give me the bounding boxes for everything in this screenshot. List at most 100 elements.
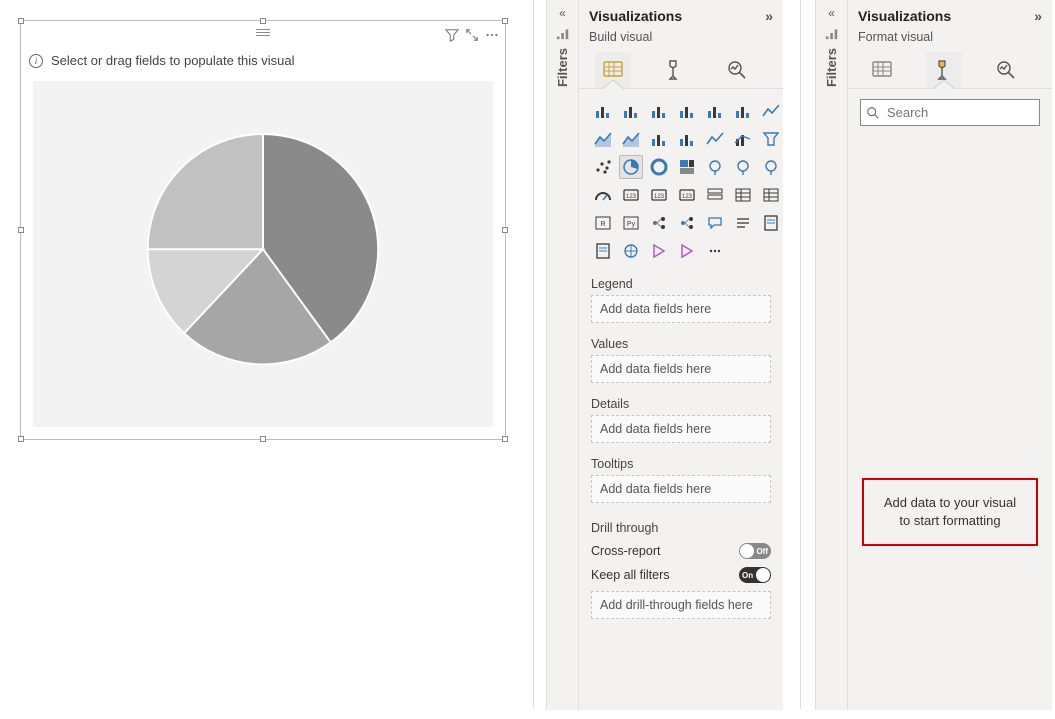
format-empty-line1: Add data to your visual <box>872 494 1028 512</box>
format-visual-tab[interactable] <box>657 52 693 88</box>
legend-well-section: Legend Add data fields here <box>591 277 771 323</box>
expand-left-icon[interactable]: « <box>828 6 835 20</box>
filters-icon <box>556 26 570 40</box>
tooltips-well[interactable]: Add data fields here <box>591 475 771 503</box>
info-icon: i <box>29 54 43 68</box>
keep-filters-toggle[interactable]: On <box>739 567 771 583</box>
filter-icon[interactable] <box>445 28 459 42</box>
values-well[interactable]: Add data fields here <box>591 355 771 383</box>
visual-container[interactable]: i Select or drag fields to populate this… <box>20 20 506 440</box>
format-search-input[interactable] <box>860 99 1040 126</box>
pane-subtitle: Format visual <box>848 30 1052 48</box>
collapse-icon[interactable]: » <box>765 8 773 24</box>
divider <box>800 0 801 709</box>
viz-type-filled-map[interactable] <box>731 155 755 179</box>
details-label: Details <box>591 397 771 411</box>
resize-handle-bl[interactable] <box>18 436 24 442</box>
svg-text:123: 123 <box>654 194 665 200</box>
viz-type-100-stacked-bar[interactable] <box>703 99 727 123</box>
viz-type-map[interactable] <box>703 155 727 179</box>
viz-type-scatter[interactable] <box>591 155 615 179</box>
viz-type-clustered-bar[interactable] <box>647 99 671 123</box>
values-well-section: Values Add data fields here <box>591 337 771 383</box>
viz-type-line-clustered-column[interactable] <box>675 127 699 151</box>
viz-type-more-visuals[interactable] <box>703 239 727 263</box>
viz-type-line[interactable] <box>759 99 783 123</box>
viz-type-arcgis[interactable] <box>619 239 643 263</box>
drill-through-header: Drill through <box>591 521 771 535</box>
viz-type-funnel[interactable] <box>759 127 783 151</box>
focus-mode-icon[interactable] <box>465 28 479 42</box>
collapse-icon[interactable]: » <box>1034 8 1042 24</box>
filters-label[interactable]: Filters <box>555 48 570 87</box>
details-well[interactable]: Add data fields here <box>591 415 771 443</box>
expand-left-icon[interactable]: « <box>559 6 566 20</box>
viz-type-pie[interactable] <box>619 155 643 179</box>
build-visual-tab[interactable] <box>595 52 631 88</box>
viz-type-treemap[interactable] <box>675 155 699 179</box>
legend-well[interactable]: Add data fields here <box>591 295 771 323</box>
viz-type-kpi[interactable]: 123 <box>675 183 699 207</box>
svg-text:R: R <box>600 221 605 228</box>
viz-type-paginated-report[interactable] <box>591 239 615 263</box>
viz-type-ribbon[interactable] <box>703 127 727 151</box>
viz-type-line-stacked-column[interactable] <box>647 127 671 151</box>
viz-type-key-influencers[interactable] <box>647 211 671 235</box>
format-empty-line2: to start formatting <box>872 512 1028 530</box>
viz-type-matrix[interactable] <box>759 183 783 207</box>
viz-type-decomposition-tree[interactable] <box>675 211 699 235</box>
legend-label: Legend <box>591 277 771 291</box>
resize-handle-ml[interactable] <box>18 227 24 233</box>
viz-type-stacked-column[interactable] <box>619 99 643 123</box>
viz-type-stacked-bar[interactable] <box>591 99 615 123</box>
filters-pane-collapsed[interactable]: « Filters <box>546 0 578 710</box>
search-wrap <box>860 99 1040 126</box>
filters-label[interactable]: Filters <box>824 48 839 87</box>
analytics-tab[interactable] <box>988 52 1024 88</box>
pane-subtitle: Build visual <box>579 30 783 48</box>
viz-type-azure-map[interactable] <box>759 155 783 179</box>
visual-header <box>21 21 505 49</box>
svg-text:Py: Py <box>627 221 636 228</box>
drag-handle-icon[interactable] <box>256 29 270 37</box>
resize-handle-bc[interactable] <box>260 436 266 442</box>
divider <box>533 0 534 709</box>
pane-tab-row <box>848 48 1052 89</box>
visual-placeholder-row: i Select or drag fields to populate this… <box>29 53 497 68</box>
format-visual-tab[interactable] <box>926 52 962 88</box>
viz-type-clustered-column[interactable] <box>675 99 699 123</box>
visualization-type-grid: 123 123 123 R Py <box>591 99 771 263</box>
more-options-icon[interactable] <box>485 28 499 42</box>
viz-type-gauge[interactable] <box>591 183 615 207</box>
viz-type-multi-row-card[interactable]: 123 <box>647 183 671 207</box>
report-canvas[interactable]: i Select or drag fields to populate this… <box>14 14 512 446</box>
drill-through-well[interactable]: Add drill-through fields here <box>591 591 771 619</box>
viz-type-card[interactable]: 123 <box>619 183 643 207</box>
tooltips-well-section: Tooltips Add data fields here <box>591 457 771 503</box>
viz-type-slicer[interactable] <box>703 183 727 207</box>
viz-type-qa[interactable] <box>703 211 727 235</box>
viz-type-stacked-area[interactable] <box>619 127 643 151</box>
viz-type-area[interactable] <box>591 127 615 151</box>
viz-type-power-apps[interactable] <box>647 239 671 263</box>
viz-type-smart-narrative[interactable] <box>731 211 755 235</box>
viz-type-100-stacked-column[interactable] <box>731 99 755 123</box>
viz-type-metrics[interactable] <box>759 211 783 235</box>
resize-handle-br[interactable] <box>502 436 508 442</box>
placeholder-text: Select or drag fields to populate this v… <box>51 53 295 68</box>
viz-type-table[interactable] <box>731 183 755 207</box>
viz-type-r-visual[interactable]: R <box>591 211 615 235</box>
tooltips-label: Tooltips <box>591 457 771 471</box>
cross-report-toggle[interactable]: Off <box>739 543 771 559</box>
build-visual-tab[interactable] <box>864 52 900 88</box>
viz-type-donut[interactable] <box>647 155 671 179</box>
analytics-tab[interactable] <box>719 52 755 88</box>
filters-pane-collapsed-2[interactable]: « Filters <box>815 0 847 710</box>
viz-type-waterfall[interactable] <box>731 127 755 151</box>
viz-type-py-visual[interactable]: Py <box>619 211 643 235</box>
details-well-section: Details Add data fields here <box>591 397 771 443</box>
filters-icon <box>825 26 839 40</box>
viz-type-power-automate[interactable] <box>675 239 699 263</box>
visualizations-pane-build: Visualizations » Build visual 123123123R… <box>578 0 783 710</box>
resize-handle-mr[interactable] <box>502 227 508 233</box>
